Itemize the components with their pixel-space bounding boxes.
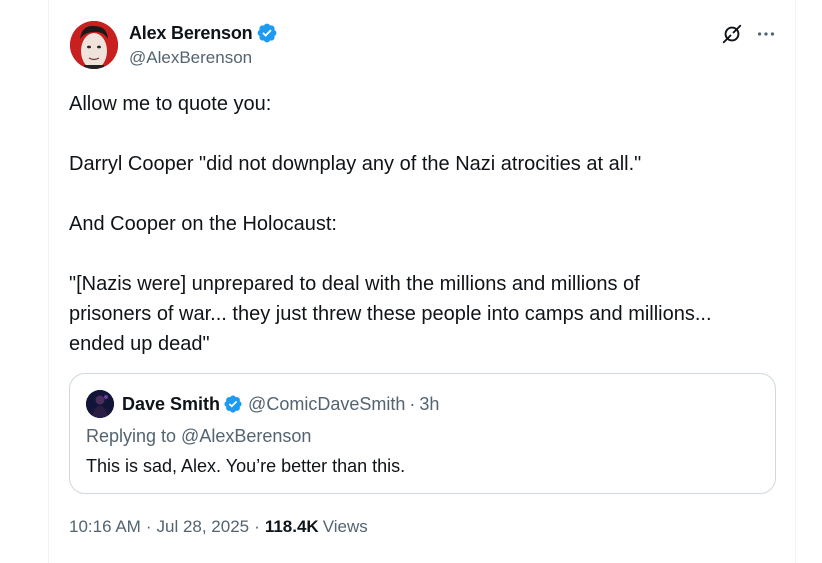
tweet-line: Darryl Cooper "did not downplay any of t… (69, 153, 642, 175)
quoted-tweet-card[interactable]: Dave Smith @ComicDaveSmith · 3h Replying… (69, 373, 776, 494)
author-avatar-image (70, 21, 118, 69)
more-options-button[interactable] (752, 20, 780, 48)
tweet-text: Allow me to quote you: Darryl Cooper "di… (69, 89, 789, 359)
views-label: Views (322, 517, 368, 536)
quoted-tweet-text: This is sad, Alex. You’re better than th… (86, 456, 406, 476)
quoted-author-avatar[interactable] (86, 390, 114, 418)
quoted-tweet-header: Dave Smith @ComicDaveSmith · 3h (86, 390, 439, 418)
quoted-tweet-time: 3h (419, 393, 440, 414)
grok-icon (722, 24, 742, 44)
tweet-time[interactable]: 10:16 AM (69, 517, 141, 537)
quoted-author-name: Dave Smith (122, 393, 221, 414)
more-horizontal-icon (757, 32, 775, 36)
author-display-name[interactable]: Alex Berenson (129, 23, 253, 44)
separator-dot: · (254, 517, 260, 536)
tweet-date[interactable]: Jul 28, 2025 (157, 517, 250, 537)
views-count[interactable]: 118.4K (265, 517, 319, 537)
tweet-line: prisoners of war... they just threw thes… (69, 303, 712, 325)
separator-dot: · (145, 517, 152, 536)
grok-button[interactable] (718, 20, 746, 48)
quoted-author-avatar-image (86, 390, 114, 418)
author-avatar[interactable] (70, 21, 118, 69)
quoted-author-handle: @ComicDaveSmith (248, 393, 406, 414)
separator-dot: · (409, 393, 416, 414)
author-info: Alex Berenson @AlexBerenson (129, 21, 278, 68)
author-name-row: Alex Berenson (129, 21, 278, 45)
tweet-metadata: 10:16 AM · Jul 28, 2025 · 118.4K Views (69, 517, 368, 537)
verified-badge-icon (224, 395, 242, 413)
tweet-line: And Cooper on the Holocaust: (69, 213, 337, 235)
tweet-line: ended up dead" (69, 333, 210, 355)
verified-badge-icon (258, 23, 277, 43)
tweet-line: "[Nazis were] unprepared to deal with th… (69, 273, 640, 295)
replying-to-label: Replying to @AlexBerenson (86, 426, 312, 446)
author-handle[interactable]: @AlexBerenson (129, 48, 278, 68)
tweet-line: Allow me to quote you: (69, 93, 272, 115)
